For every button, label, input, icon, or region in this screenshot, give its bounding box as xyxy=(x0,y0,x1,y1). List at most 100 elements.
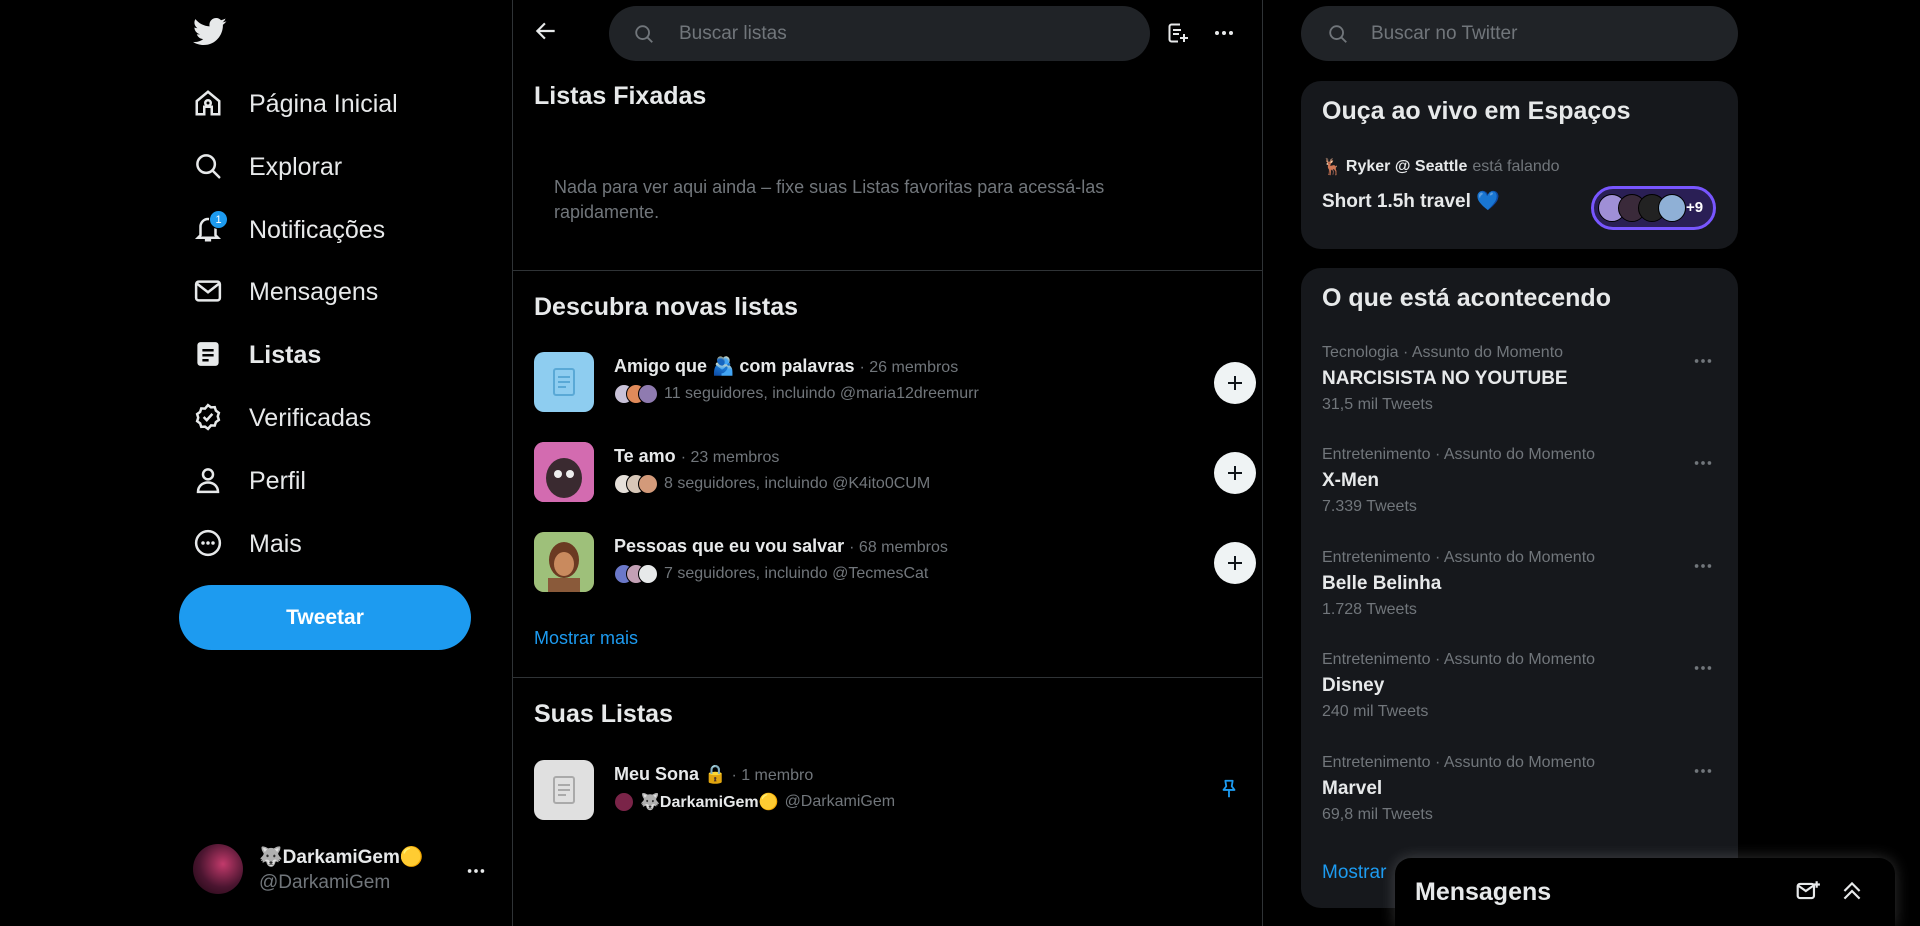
bell-icon: 1 xyxy=(193,210,228,246)
account-switcher[interactable]: 🐺DarkamiGem🟡 @DarkamiGem xyxy=(193,840,493,900)
back-arrow-icon[interactable] xyxy=(533,18,563,48)
nav-notifications[interactable]: 1 Notificações xyxy=(193,206,385,254)
trend-context: Entretenimento · Assunto do Momento xyxy=(1322,446,1596,463)
trends-card: O que está acontecendo Tecnologia · Assu… xyxy=(1301,268,1738,908)
main-column: Listas Fixadas Nada para ver aqui ainda … xyxy=(513,0,1263,926)
messages-drawer[interactable]: Mensagens xyxy=(1395,858,1895,926)
pinned-empty-message: Nada para ver aqui ainda – fixe suas Lis… xyxy=(554,177,1105,222)
nav-home-label: Página Inicial xyxy=(249,89,398,118)
nav-messages[interactable]: Mensagens xyxy=(193,268,378,316)
space-listeners-button[interactable]: +9 xyxy=(1591,186,1716,230)
trend-count: 7.339 Tweets xyxy=(1322,498,1417,515)
pinned-lists-title: Listas Fixadas xyxy=(534,82,707,110)
twitter-bird-icon[interactable] xyxy=(193,17,229,49)
discover-lists-title: Descubra novas listas xyxy=(534,293,799,321)
trend-name: Belle Belinha xyxy=(1322,573,1442,594)
more-horizontal-icon[interactable] xyxy=(1692,555,1714,577)
more-horizontal-icon[interactable] xyxy=(1692,350,1714,372)
trend-item[interactable]: Entretenimento · Assunto do Momento Bell… xyxy=(1322,549,1722,639)
more-horizontal-icon[interactable] xyxy=(1692,760,1714,782)
follow-list-button[interactable] xyxy=(1214,542,1256,584)
trend-context: Entretenimento · Assunto do Momento xyxy=(1322,651,1596,668)
nav-lists[interactable]: Listas xyxy=(193,331,321,379)
account-handle: @DarkamiGem xyxy=(259,872,391,893)
list-title: Meu Sona 🔒 · 1 membro xyxy=(614,764,813,785)
host-avatar: 🦌 xyxy=(1322,159,1342,176)
trend-name: NARCISISTA NO YOUTUBE xyxy=(1322,368,1568,389)
nav-home[interactable]: Página Inicial xyxy=(193,80,398,128)
list-name: Te amo xyxy=(614,446,676,466)
nav-explore[interactable]: Explorar xyxy=(193,143,342,191)
list-title: Amigo que 🫂 com palavras · 26 membros xyxy=(614,356,958,377)
trend-count: 240 mil Tweets xyxy=(1322,703,1429,720)
list-thumbnail xyxy=(534,760,594,820)
list-item[interactable]: Meu Sona 🔒 · 1 membro 🐺DarkamiGem🟡 @Dark… xyxy=(534,756,1244,822)
pin-icon[interactable] xyxy=(1218,778,1242,802)
more-horizontal-icon[interactable] xyxy=(1692,657,1714,679)
list-name: Meu Sona 🔒 xyxy=(614,764,727,784)
nav-profile-label: Perfil xyxy=(249,466,306,495)
nav-more[interactable]: Mais xyxy=(193,520,302,568)
new-list-icon[interactable] xyxy=(1166,21,1192,47)
follower-avatars xyxy=(614,474,658,494)
plus-icon xyxy=(1228,376,1242,390)
nav-profile[interactable]: Perfil xyxy=(193,457,306,505)
trend-name: Disney xyxy=(1322,675,1385,696)
more-circle-icon xyxy=(193,528,225,560)
twitter-search-input[interactable] xyxy=(1371,6,1711,61)
follower-avatars xyxy=(614,564,658,584)
owner-avatar xyxy=(614,792,634,812)
listeners-extra-count: +9 xyxy=(1686,199,1704,216)
list-member-count: · 68 membros xyxy=(849,539,948,556)
list-item[interactable]: Pessoas que eu vou salvar · 68 membros 7… xyxy=(534,528,1256,594)
trend-name: Marvel xyxy=(1322,778,1383,799)
nav-messages-label: Mensagens xyxy=(249,277,379,306)
trend-item[interactable]: Entretenimento · Assunto do Momento X-Me… xyxy=(1322,446,1722,536)
host-status: está falando xyxy=(1472,158,1560,175)
listener-avatar xyxy=(1658,194,1686,222)
trend-item[interactable]: Entretenimento · Assunto do Momento Marv… xyxy=(1322,754,1722,844)
twitter-search-box[interactable] xyxy=(1301,6,1738,61)
more-horizontal-icon xyxy=(465,860,487,882)
spaces-card[interactable]: Ouça ao vivo em Espaços 🦌 Ryker @ Seattl… xyxy=(1301,81,1738,249)
more-horizontal-icon[interactable] xyxy=(1212,21,1238,47)
list-thumbnail xyxy=(534,532,594,592)
trend-item[interactable]: Entretenimento · Assunto do Momento Disn… xyxy=(1322,651,1722,741)
trend-item[interactable]: Tecnologia · Assunto do Momento NARCISIS… xyxy=(1322,344,1722,434)
trend-name: X-Men xyxy=(1322,470,1379,491)
list-search-input[interactable] xyxy=(679,6,1129,61)
list-item[interactable]: Te amo · 23 membros 8 seguidores, inclui… xyxy=(534,438,1256,504)
your-lists-title: Suas Listas xyxy=(534,700,673,728)
trend-count: 31,5 mil Tweets xyxy=(1322,396,1433,413)
list-search-box[interactable] xyxy=(609,6,1150,61)
chevron-double-up-icon[interactable] xyxy=(1839,878,1865,904)
show-more-trends-link[interactable]: Mostrar xyxy=(1322,862,1386,884)
new-message-icon[interactable] xyxy=(1795,878,1821,904)
show-more-lists-link[interactable]: Mostrar mais xyxy=(534,628,638,649)
trend-context: Entretenimento · Assunto do Momento xyxy=(1322,549,1596,566)
nav-lists-label: Listas xyxy=(249,340,322,369)
list-title: Pessoas que eu vou salvar · 68 membros xyxy=(614,536,948,557)
list-name: Amigo que 🫂 com palavras xyxy=(614,356,855,376)
avatar xyxy=(193,844,243,894)
lists-icon xyxy=(193,339,225,371)
search-icon xyxy=(1327,23,1349,45)
follow-list-button[interactable] xyxy=(1214,452,1256,494)
list-member-count: · 1 membro xyxy=(731,767,814,784)
divider xyxy=(513,270,1263,271)
envelope-icon xyxy=(193,276,225,308)
follow-list-button[interactable] xyxy=(1214,362,1256,404)
list-followers-text: 8 seguidores, incluindo @K4ito0CUM xyxy=(664,475,931,492)
more-horizontal-icon[interactable] xyxy=(1692,452,1714,474)
trend-context: Tecnologia · Assunto do Momento xyxy=(1322,344,1564,361)
list-name: Pessoas que eu vou salvar xyxy=(614,536,845,556)
left-sidebar: Página Inicial Explorar 1 Notificações M… xyxy=(0,0,513,926)
list-title: Te amo · 23 membros xyxy=(614,446,779,467)
list-owner: 🐺DarkamiGem🟡 @DarkamiGem xyxy=(614,792,895,812)
trend-count: 1.728 Tweets xyxy=(1322,601,1417,618)
owner-handle: @DarkamiGem xyxy=(784,793,896,810)
nav-verified[interactable]: Verificadas xyxy=(193,394,371,442)
list-item[interactable]: Amigo que 🫂 com palavras · 26 membros 11… xyxy=(534,348,1256,414)
tweet-button[interactable]: Tweetar xyxy=(179,585,471,650)
plus-icon xyxy=(1228,466,1242,480)
